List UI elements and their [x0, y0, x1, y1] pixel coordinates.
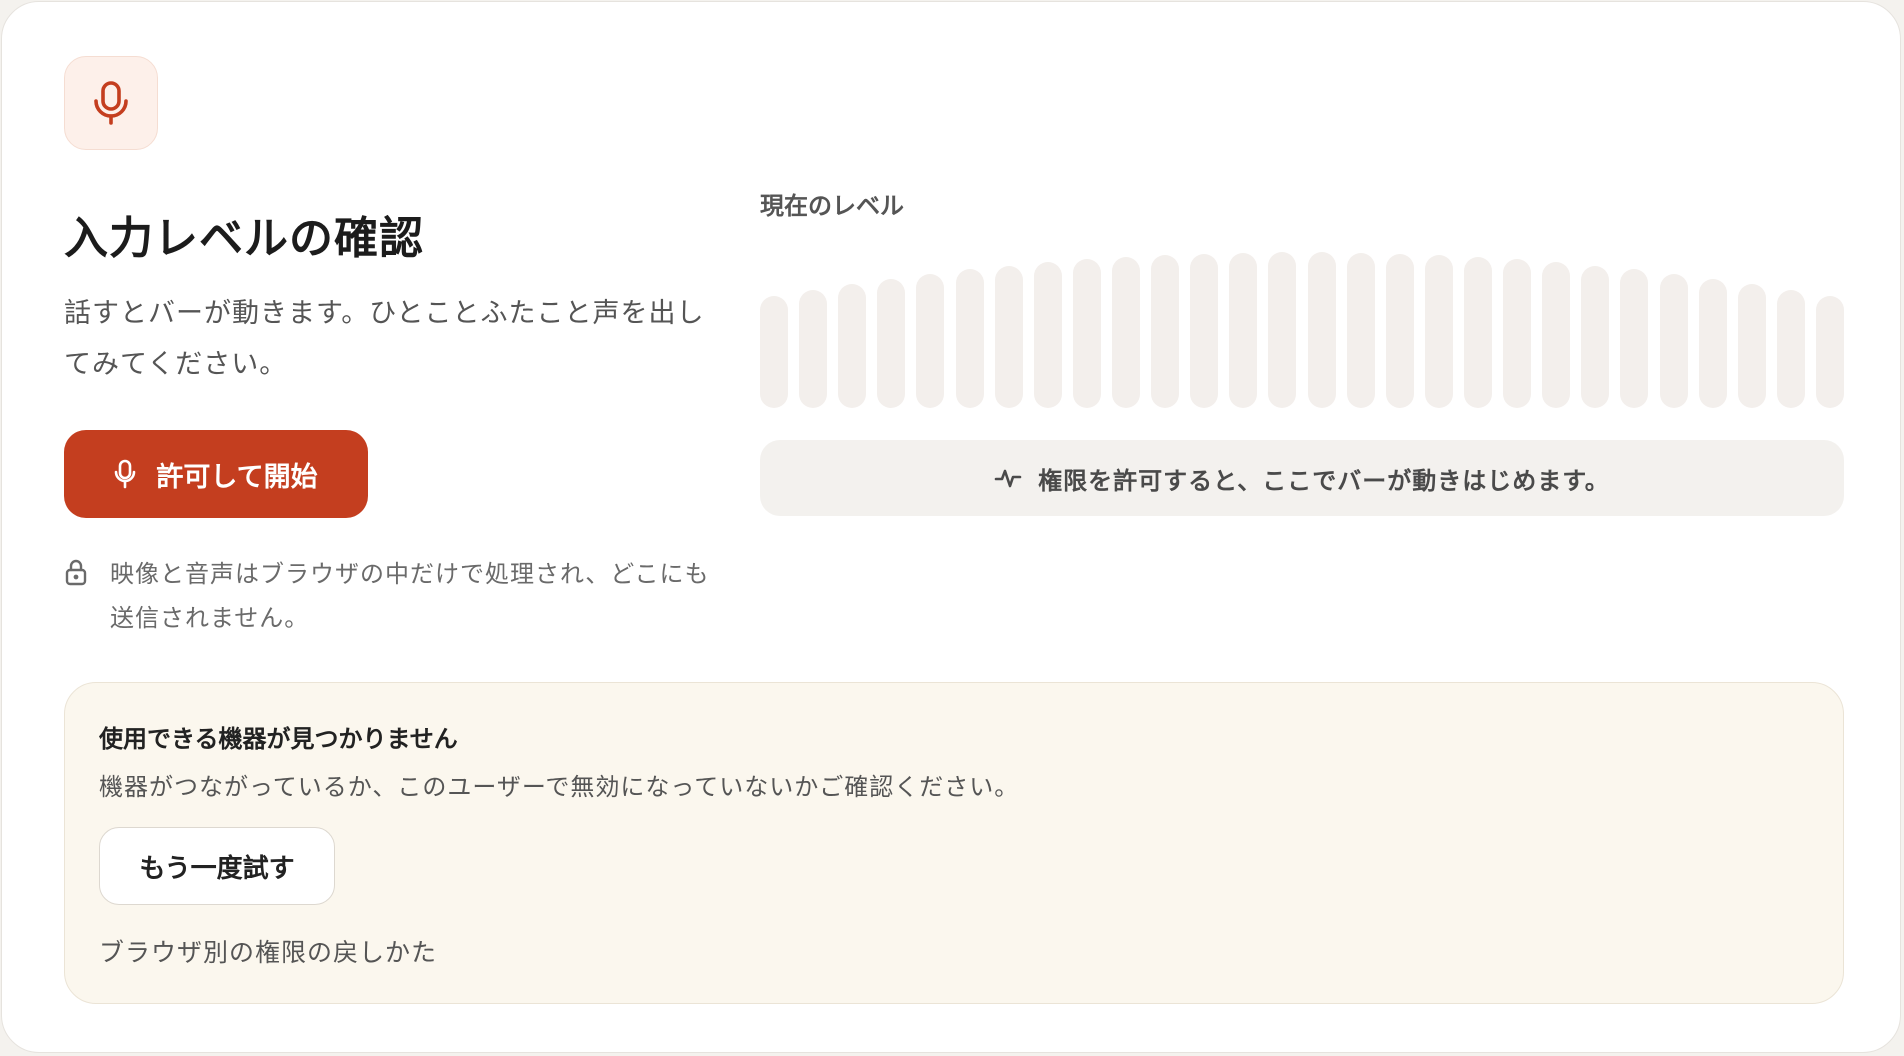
level-bar — [1738, 284, 1766, 408]
page-description: 話すとバーが動きます。ひとことふたこと声を出してみてください。 — [64, 298, 705, 380]
level-bar — [1190, 254, 1218, 408]
activity-icon — [994, 466, 1022, 490]
allow-and-start-label: 許可して開始 — [156, 461, 318, 493]
level-bar — [799, 290, 827, 408]
notice-title: 使用できる機器が見つかりません — [99, 725, 458, 753]
level-bar — [1073, 259, 1101, 408]
level-meter — [760, 252, 1844, 408]
page-title: 入力レベルの確認 — [64, 213, 424, 264]
level-bar — [1660, 274, 1688, 408]
current-level-label: 現在のレベル — [760, 192, 904, 220]
level-bar — [1151, 255, 1179, 408]
microphone-icon — [114, 459, 136, 489]
level-bar — [1816, 296, 1844, 408]
lock-icon — [64, 558, 88, 586]
level-bar — [1386, 254, 1414, 408]
level-bar — [877, 279, 905, 408]
level-bar — [1229, 253, 1257, 408]
level-bar — [1425, 255, 1453, 408]
level-bar — [1034, 262, 1062, 408]
mic-check-card: 入力レベルの確認 話すとバーが動きます。ひとことふたこと声を出してみてください。… — [1, 1, 1901, 1053]
level-bar — [1699, 279, 1727, 408]
level-bar — [1777, 290, 1805, 408]
level-bar — [1503, 259, 1531, 408]
microphone-icon — [64, 56, 158, 150]
level-bar — [1464, 257, 1492, 408]
retry-button[interactable]: もう一度試す — [99, 827, 335, 905]
level-bar — [1347, 253, 1375, 408]
level-bar — [1581, 266, 1609, 408]
notice-description: 機器がつながっているか、このユーザーで無効になっていないかご確認ください。 — [99, 773, 1020, 801]
permission-help-link[interactable]: ブラウザ別の権限の戻しかた — [99, 933, 437, 969]
meter-hint: 権限を許可すると、ここでバーが動きはじめます。 — [760, 440, 1844, 516]
level-bar — [1620, 269, 1648, 408]
allow-and-start-button[interactable]: 許可して開始 — [64, 430, 368, 518]
level-bar — [1542, 262, 1570, 408]
level-bar — [956, 269, 984, 408]
level-bar — [760, 296, 788, 408]
privacy-note: 映像と音声はブラウザの中だけで処理され、どこにも送信されません。 — [64, 552, 714, 640]
level-bar — [1308, 252, 1336, 408]
level-bar — [995, 266, 1023, 408]
privacy-text: 映像と音声はブラウザの中だけで処理され、どこにも送信されません。 — [110, 560, 710, 632]
level-bar — [1112, 257, 1140, 408]
meter-hint-text: 権限を許可すると、ここでバーが動きはじめます。 — [1038, 466, 1610, 495]
level-bar — [838, 284, 866, 408]
level-bar — [1268, 252, 1296, 408]
level-bar — [916, 274, 944, 408]
no-device-notice: 使用できる機器が見つかりません 機器がつながっているか、このユーザーで無効になっ… — [64, 682, 1844, 1004]
